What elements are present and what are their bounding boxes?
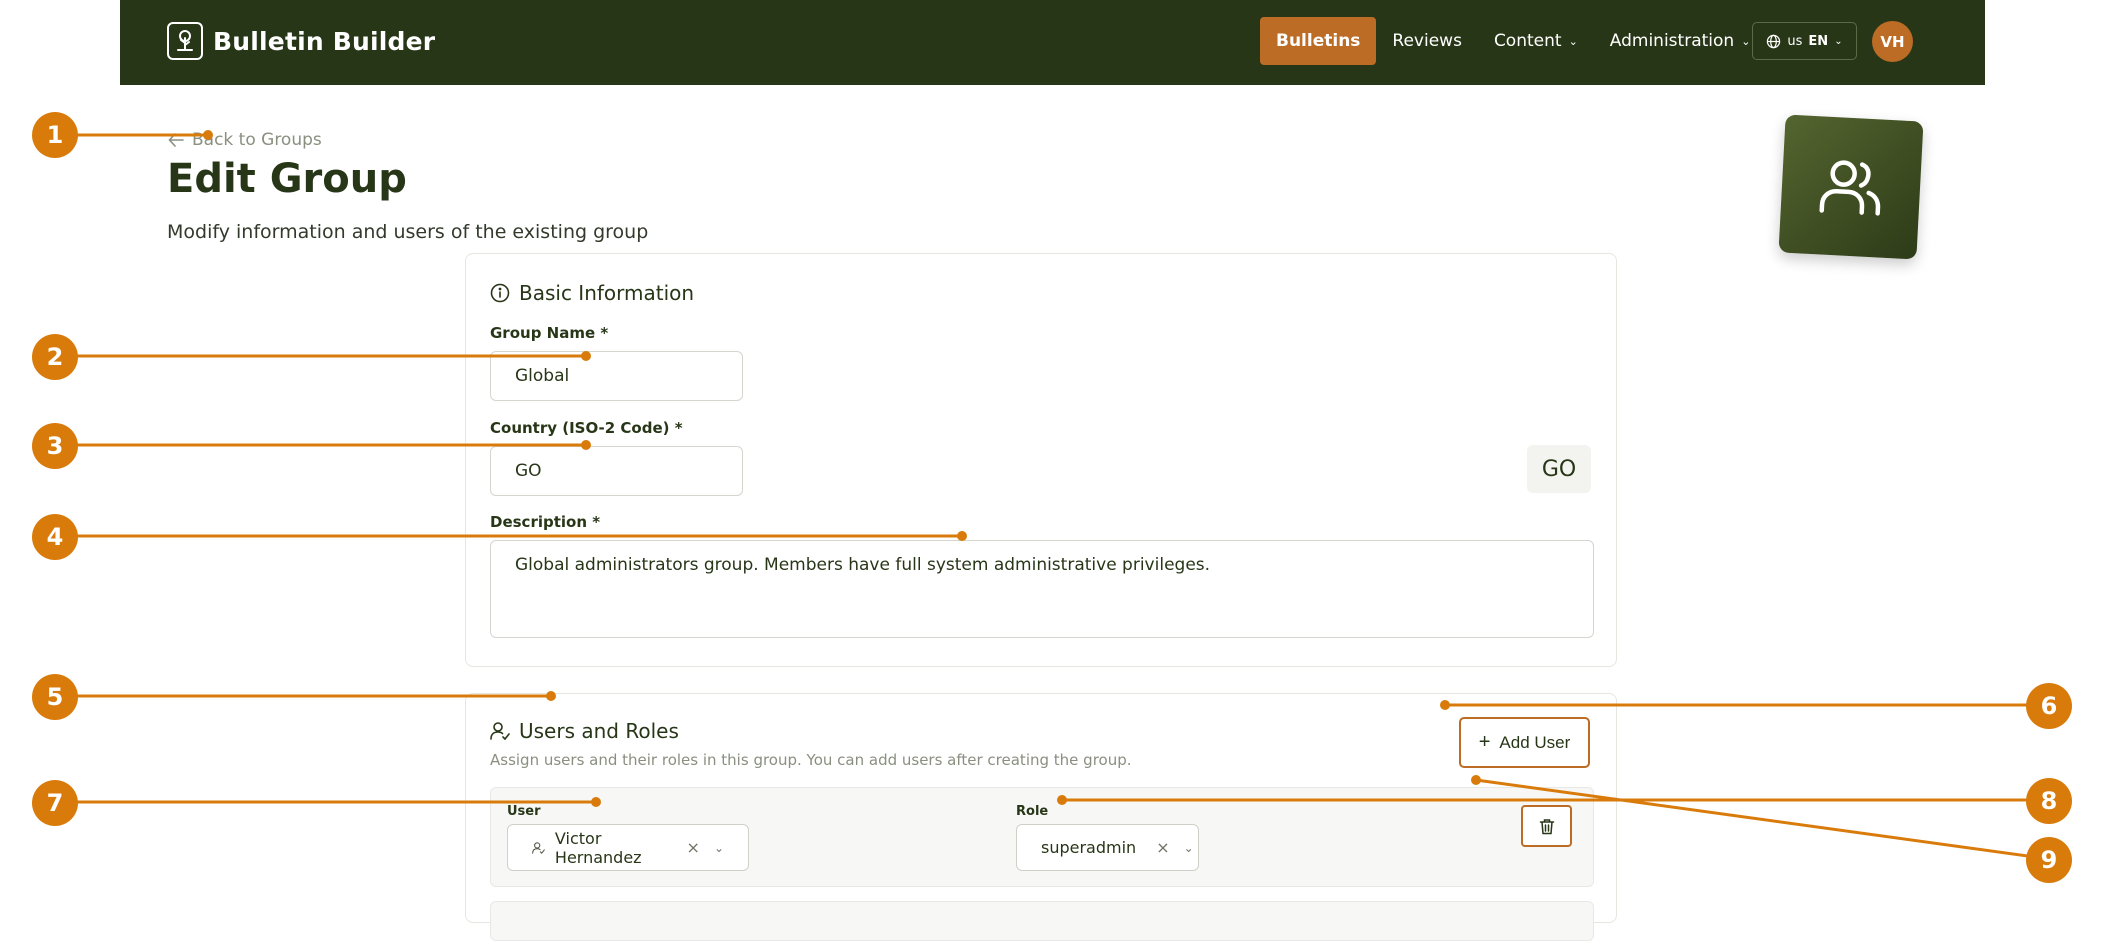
country-label: Country (ISO-2 Code) * [490,419,683,437]
description-textarea[interactable]: Global administrators group. Members hav… [490,540,1594,638]
callout-marker-4: 4 [32,514,78,560]
nav-reviews[interactable]: Reviews [1376,17,1478,65]
nav-reviews-label: Reviews [1392,31,1462,51]
close-icon[interactable]: × [1156,838,1169,857]
callout-marker-5: 5 [32,674,78,720]
back-to-groups-link[interactable]: Back to Groups [168,130,322,150]
delete-user-button[interactable] [1521,805,1572,847]
group-name-value: Global [515,366,570,386]
user-check-icon [532,841,545,854]
role-select-value: superadmin [1041,838,1137,857]
user-select[interactable]: Victor Hernandez × ⌄ [507,824,749,871]
country-value: GO [515,461,542,481]
group-badge [1778,114,1924,260]
users-icon [1819,160,1881,216]
back-link-label: Back to Groups [192,130,322,150]
description-value: Global administrators group. Members hav… [515,555,1211,575]
basic-information-title: Basic Information [519,281,695,305]
basic-information-heading: Basic Information [490,281,694,305]
chevron-down-icon[interactable]: ⌄ [714,841,724,855]
language-code: EN [1808,33,1829,49]
users-and-roles-title: Users and Roles [519,719,679,743]
globe-icon [1767,34,1781,48]
page-title: Edit Group [167,156,407,202]
nav-bulletins-label: Bulletins [1276,31,1361,51]
brand[interactable]: Bulletin Builder [167,22,435,60]
user-select-value: Victor Hernandez [554,828,642,867]
basic-information-card: Basic Information Group Name * Global Co… [465,253,1617,667]
country-input[interactable]: GO [490,446,743,496]
info-icon [490,283,510,303]
chevron-down-icon: ⌄ [1568,34,1578,48]
country-code-tag: GO [1527,445,1591,493]
callout-marker-8: 8 [2026,778,2072,824]
chevron-down-icon: ⌄ [1834,35,1843,47]
trash-icon [1539,818,1554,834]
add-user-button[interactable]: + Add User [1459,717,1590,768]
user-role-row [490,901,1594,941]
nav-administration[interactable]: Administration ⌄ [1594,17,1767,65]
arrow-left-icon [168,133,184,147]
user-check-icon [490,722,510,741]
user-field-label: User [507,804,541,819]
callout-marker-9: 9 [2026,837,2072,883]
main-nav: Bulletins Reviews Content ⌄ Administrati… [1260,17,1766,65]
chevron-down-icon: ⌄ [1741,34,1751,48]
language-selector[interactable]: us EN ⌄ [1752,22,1857,60]
group-name-input[interactable]: Global [490,351,743,401]
description-label: Description * [490,513,601,531]
callout-marker-7: 7 [32,780,78,826]
callout-marker-2: 2 [32,334,78,380]
nav-content[interactable]: Content ⌄ [1478,17,1594,65]
nav-bulletins[interactable]: Bulletins [1260,17,1377,65]
add-user-label: Add User [1499,732,1571,752]
callout-marker-1: 1 [32,112,78,158]
callout-marker-6: 6 [2026,683,2072,729]
user-avatar[interactable]: VH [1872,21,1913,62]
role-select[interactable]: superadmin × ⌄ [1016,824,1199,871]
language-flag: us [1787,33,1803,49]
tree-logo-icon [167,22,203,60]
users-and-roles-hint: Assign users and their roles in this gro… [490,751,1132,769]
plus-icon: + [1478,731,1491,753]
role-field-label: Role [1016,804,1049,819]
page-subtitle: Modify information and users of the exis… [167,221,649,243]
nav-content-label: Content [1493,31,1562,51]
app-name: Bulletin Builder [213,26,436,56]
callout-marker-3: 3 [32,423,78,469]
user-role-row: User Victor Hernandez × ⌄ Role superadmi… [490,787,1594,887]
users-and-roles-card: Users and Roles Assign users and their r… [465,693,1617,941]
nav-administration-label: Administration [1609,31,1735,51]
group-name-label: Group Name * [490,324,609,342]
top-navbar: Bulletin Builder Bulletins Reviews Conte… [120,0,1985,85]
close-icon[interactable]: × [687,838,700,857]
chevron-down-icon[interactable]: ⌄ [1184,841,1194,855]
users-and-roles-heading: Users and Roles [490,719,679,743]
